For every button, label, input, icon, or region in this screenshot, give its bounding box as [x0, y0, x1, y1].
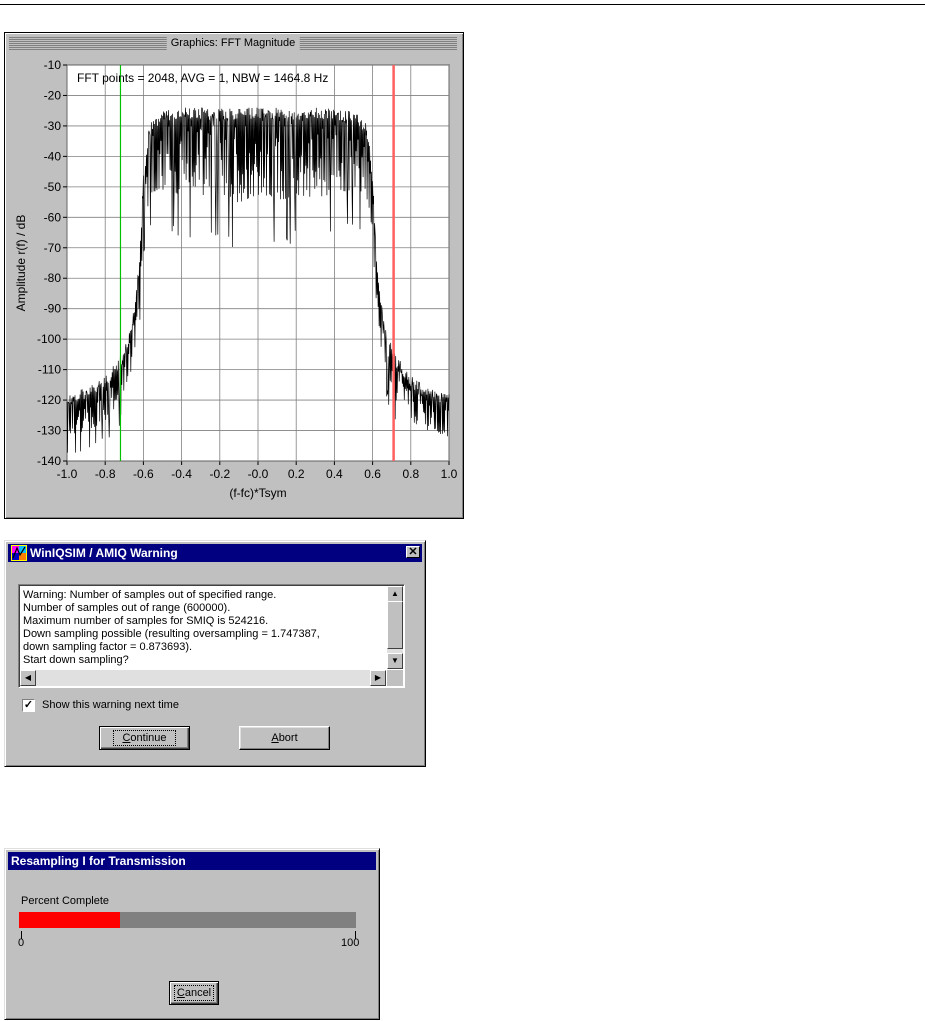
- warning-line: Maximum number of samples for SMIQ is 52…: [23, 615, 269, 627]
- progress-bar: [19, 912, 356, 928]
- y-tick-label: -70: [44, 241, 62, 255]
- y-tick-label: -20: [44, 88, 62, 102]
- warning-line: Warning: Number of samples out of specif…: [23, 589, 277, 601]
- fft-window-title: Graphics: FFT Magnitude: [166, 37, 300, 50]
- warning-line: down sampling factor = 0.873693).: [23, 641, 193, 653]
- resampling-progress-dialog: Resampling I for Transmission Percent Co…: [4, 848, 380, 1020]
- fft-window-titlebar[interactable]: Graphics: FFT Magnitude: [9, 37, 457, 50]
- warning-message-box[interactable]: Warning: Number of samples out of specif…: [18, 584, 405, 688]
- vertical-scroll-thumb[interactable]: [387, 601, 403, 649]
- x-tick-label: -0.6: [133, 467, 154, 481]
- x-tick-label: -0.2: [209, 467, 230, 481]
- warning-title: WinIQSIM / AMIQ Warning: [30, 546, 178, 560]
- cancel-accelerator: C: [176, 987, 185, 999]
- continue-button[interactable]: Continue: [99, 726, 190, 750]
- y-tick-label: -30: [44, 119, 62, 133]
- y-tick-label: -10: [44, 58, 62, 72]
- y-tick-label: -50: [44, 180, 62, 194]
- y-tick-label: -80: [44, 271, 62, 285]
- x-tick-label: 0.6: [364, 467, 381, 481]
- fft-chart: -1.0 -0.8 -0.6 -0.4 -0.2 -0.0 0.2 0.4 0.6 0.8 1.0 -…: [14, 58, 457, 500]
- close-icon: ✕: [408, 546, 418, 558]
- scroll-up-arrow-icon[interactable]: ▲: [387, 586, 403, 602]
- scroll-left-arrow-icon[interactable]: ◀: [20, 670, 36, 686]
- progress-min-label: 0: [18, 937, 25, 949]
- show-warning-label: Show this warning next time: [42, 699, 179, 711]
- scroll-down-arrow-icon[interactable]: ▼: [387, 653, 403, 669]
- abort-label-wrap: Abort: [271, 731, 297, 745]
- vertical-scrollbar[interactable]: ▲ ▼: [387, 586, 403, 669]
- scroll-right-arrow-icon[interactable]: ▶: [370, 670, 386, 686]
- percent-complete-label: Percent Complete: [21, 895, 110, 907]
- page-top-rule: [0, 4, 925, 5]
- warning-titlebar[interactable]: WinIQSIM / AMIQ Warning ✕: [8, 544, 422, 562]
- warning-message-text: Warning: Number of samples out of specif…: [23, 589, 383, 667]
- cancel-button-focus: Cancel: [173, 985, 215, 1001]
- abort-label: bort: [278, 732, 298, 744]
- y-tick-label: -100: [37, 332, 61, 346]
- scrollbar-corner: [387, 670, 403, 686]
- close-button[interactable]: ✕: [406, 546, 420, 558]
- x-tick-label: -0.0: [248, 467, 269, 481]
- abort-accelerator: A: [271, 732, 279, 744]
- y-tick-label: -110: [38, 363, 61, 377]
- winiqsim-app-icon: [11, 545, 27, 561]
- y-tick-label: -60: [44, 210, 62, 224]
- x-tick-label: 1.0: [441, 467, 457, 481]
- x-tick-label: -0.8: [95, 467, 116, 481]
- checkmark-icon: ✓: [23, 699, 34, 711]
- y-tick-label: -40: [44, 149, 62, 163]
- warning-line: Number of samples out of range (600000).: [23, 602, 231, 614]
- cancel-button[interactable]: Cancel: [169, 981, 219, 1005]
- warning-dialog: WinIQSIM / AMIQ Warning ✕ Warning: Numbe…: [4, 540, 426, 767]
- y-tick-label: -90: [44, 302, 62, 316]
- cancel-label: ancel: [184, 987, 212, 999]
- warning-line: Start down sampling?: [23, 654, 129, 666]
- y-axis-label: Amplitude r(f) / dB: [14, 215, 28, 312]
- fft-magnitude-window: Graphics: FFT Magnitude -1.0 -0.8 -0.6 -0.4…: [4, 32, 464, 519]
- warning-line: Down sampling possible (resulting oversa…: [23, 628, 320, 640]
- y-tick-label: -140: [37, 454, 61, 468]
- show-warning-checkbox[interactable]: ✓: [22, 699, 35, 712]
- x-tick-label: -0.4: [171, 467, 192, 481]
- abort-button[interactable]: Abort: [239, 726, 330, 750]
- y-tick-label: -120: [37, 393, 61, 407]
- x-tick-label: 0.4: [326, 467, 343, 481]
- fft-annotation: FFT points = 2048, AVG = 1, NBW = 1464.8…: [77, 71, 328, 85]
- continue-label: ontinue: [130, 732, 167, 744]
- horizontal-scrollbar[interactable]: ◀ ▶: [20, 670, 386, 686]
- progress-titlebar[interactable]: Resampling I for Transmission: [8, 852, 376, 870]
- y-tick-label: -130: [37, 424, 61, 438]
- progress-title: Resampling I for Transmission: [11, 854, 186, 868]
- continue-button-focus: Continue: [113, 730, 176, 746]
- progress-bar-fill: [19, 912, 121, 928]
- x-tick-label: -1.0: [57, 467, 78, 481]
- x-axis-label: (f-fc)*Tsym: [229, 486, 286, 500]
- progress-max-label: 100: [341, 937, 360, 949]
- x-tick-label: 0.2: [288, 467, 305, 481]
- x-tick-label: 0.8: [402, 467, 419, 481]
